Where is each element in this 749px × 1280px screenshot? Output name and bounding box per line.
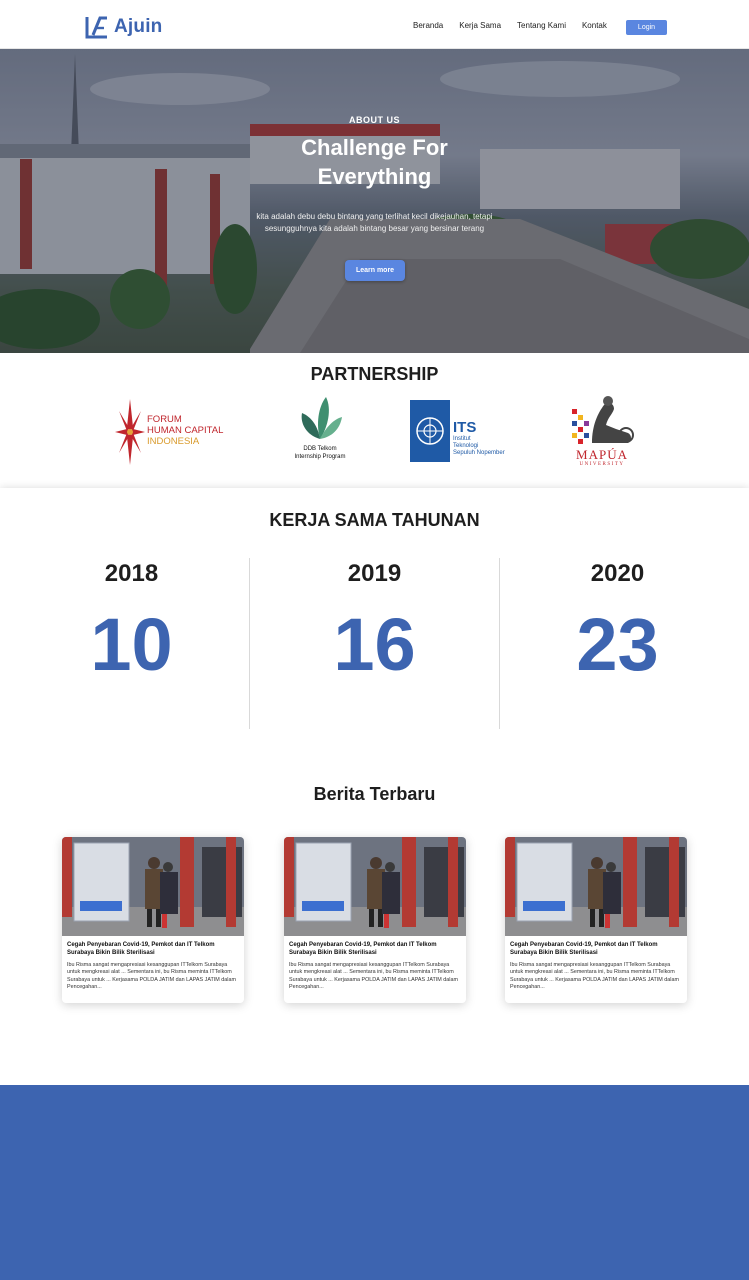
year-stat-2020: 2020 23	[493, 558, 742, 729]
hero-headline-line2: Everything	[317, 164, 432, 189]
mapua-wordmark: MAPÚA	[576, 447, 628, 462]
partnership-section: PARTNERSHIP FORUM HUMAN CAPITAL INDONESI…	[0, 353, 749, 488]
news-section: Berita Terbaru Cegah Penyebaran Covid-19…	[0, 752, 749, 1085]
partnership-title: PARTNERSHIP	[310, 364, 439, 384]
partner-logo-its[interactable]: ITS Institut Teknologi Sepuluh Nopember	[410, 400, 525, 464]
nav-item-tentang-kami[interactable]: Tentang Kami	[517, 21, 566, 30]
brand-logo[interactable]: Ajuin	[85, 15, 163, 39]
stat-year: 2019	[347, 560, 402, 587]
its-emblem-icon	[410, 400, 450, 462]
hero-eyebrow: ABOUT US	[349, 115, 400, 125]
news-card-title: Cegah Penyebaran Covid-19, Pemkot dan IT…	[67, 942, 215, 956]
news-card-title: Cegah Penyebaran Covid-19, Pemkot dan IT…	[510, 942, 658, 956]
news-card-image	[62, 837, 244, 936]
fhci-line2: HUMAN CAPITAL	[147, 425, 224, 436]
its-line3: Teknologi	[453, 443, 479, 449]
ddb-line1: DDB Telkom	[303, 446, 337, 452]
brand-name: Ajuin	[114, 16, 163, 37]
partner-logo-fhci[interactable]: FORUM HUMAN CAPITAL INDONESIA	[113, 395, 233, 469]
partner-logo-mapua[interactable]: MAPÚA UNIVERSITY	[566, 395, 638, 471]
news-card-excerpt: Ibu Risma sangat mengapresiasi kesanggup…	[289, 962, 458, 991]
hero-banner: ABOUT US Challenge For Everything kita a…	[0, 49, 749, 353]
year-stat-2019: 2019 16	[250, 558, 499, 729]
hero-tagline: kita adalah debu debu bintang yang terli…	[256, 212, 493, 233]
brand-mark-icon	[85, 16, 107, 39]
news-card-image	[284, 837, 466, 936]
nav-item-beranda[interactable]: Beranda	[413, 21, 443, 30]
fhci-line3: INDONESIA	[147, 436, 200, 447]
news-title: Berita Terbaru	[313, 784, 436, 804]
annual-partnership-title: KERJA SAMA TAHUNAN	[269, 510, 480, 530]
news-card[interactable]: Cegah Penyebaran Covid-19, Pemkot dan IT…	[505, 837, 687, 1003]
partner-logo-ddb-telkom[interactable]: DDB Telkom Internship Program	[285, 395, 355, 465]
news-card-image	[505, 837, 687, 936]
fhci-emblem-icon	[115, 399, 145, 465]
learn-more-button[interactable]: Learn more	[345, 260, 405, 281]
stat-value: 16	[333, 603, 416, 686]
mapua-subtitle: UNIVERSITY	[579, 462, 625, 467]
navbar: Ajuin Beranda Kerja Sama Tentang Kami Ko…	[0, 0, 749, 49]
its-line2: Institut	[453, 436, 471, 442]
stat-value: 23	[576, 603, 659, 686]
year-stat-2018: 2018 10	[7, 558, 256, 729]
nav-item-kerja-sama[interactable]: Kerja Sama	[459, 21, 501, 30]
its-wordmark: ITS	[453, 419, 477, 436]
ddb-line2: Internship Program	[294, 454, 346, 460]
stat-value: 10	[90, 603, 173, 686]
news-card-title: Cegah Penyebaran Covid-19, Pemkot dan IT…	[289, 942, 437, 956]
nav-item-kontak[interactable]: Kontak	[582, 21, 607, 30]
ddb-leaf-icon	[301, 397, 342, 439]
main-menu: Beranda Kerja Sama Tentang Kami Kontak	[413, 21, 607, 30]
news-card[interactable]: Cegah Penyebaran Covid-19, Pemkot dan IT…	[62, 837, 244, 1003]
stat-year: 2018	[104, 560, 159, 587]
news-card-excerpt: Ibu Risma sangat mengapresiasi kesanggup…	[510, 962, 679, 991]
its-line4: Sepuluh Nopember	[453, 450, 505, 456]
news-card-excerpt: Ibu Risma sangat mengapresiasi kesanggup…	[67, 962, 236, 991]
annual-partnership-section: KERJA SAMA TAHUNAN 2018 10 2019 16 2020 …	[0, 488, 749, 752]
fhci-line1: FORUM	[147, 414, 182, 425]
stat-year: 2020	[590, 560, 645, 587]
hero-content: ABOUT US Challenge For Everything kita a…	[0, 49, 749, 353]
hero-headline: Challenge For Everything	[0, 133, 749, 191]
login-button[interactable]: Login	[626, 20, 667, 35]
footer	[0, 1085, 749, 1280]
mapua-emblem-icon	[572, 396, 634, 444]
hero-headline-line1: Challenge For	[301, 135, 448, 160]
news-card[interactable]: Cegah Penyebaran Covid-19, Pemkot dan IT…	[284, 837, 466, 1003]
